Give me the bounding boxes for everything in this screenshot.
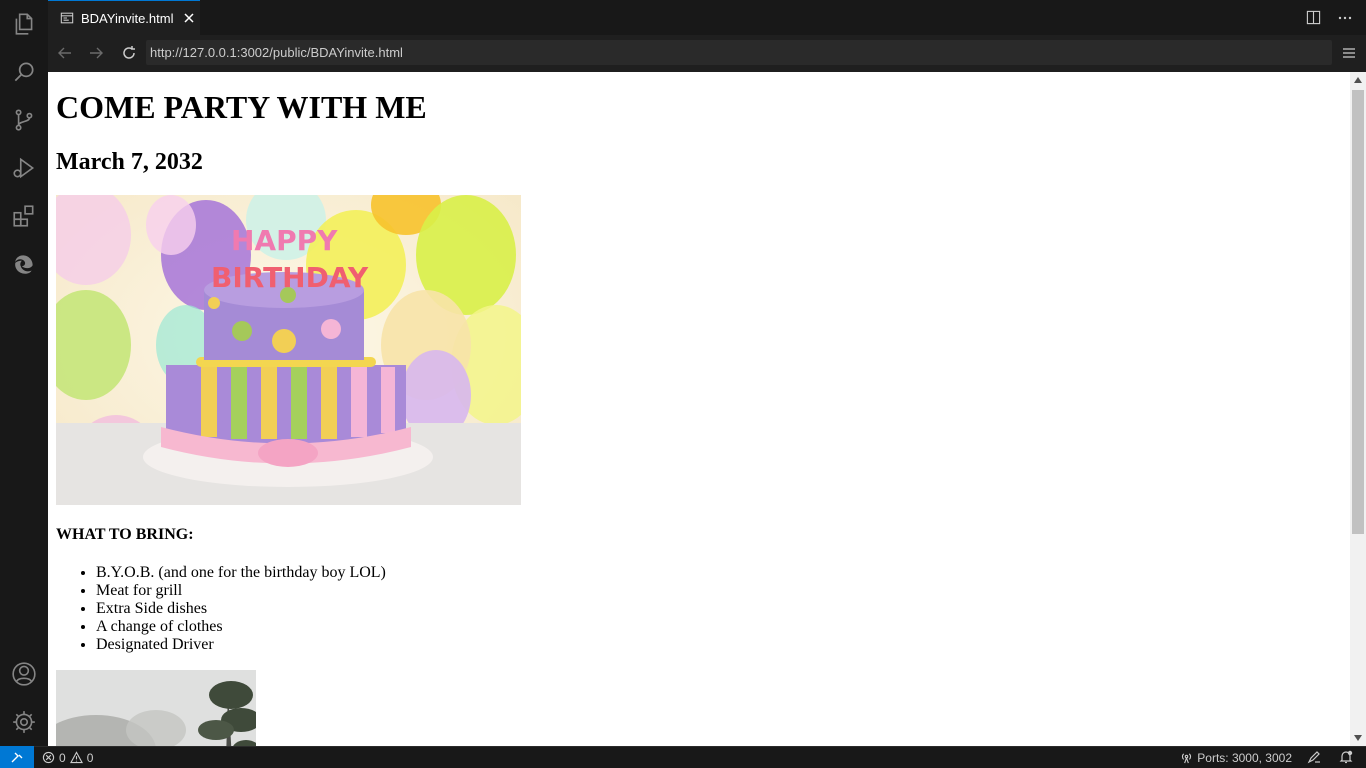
feedback-button[interactable] <box>1306 749 1322 765</box>
reload-button[interactable] <box>118 42 140 64</box>
error-count: 0 <box>59 750 66 765</box>
birthday-cake-image: HAPPY BIRTHDAY <box>56 195 521 505</box>
list-item: B.Y.O.B. (and one for the birthday boy L… <box>96 564 1350 582</box>
close-tab-button[interactable] <box>181 10 197 26</box>
back-button[interactable] <box>54 42 76 64</box>
arrow-right-icon <box>90 47 103 59</box>
caret-down-icon <box>1354 735 1362 741</box>
list-item: Extra Side dishes <box>96 600 1350 618</box>
bring-heading: WHAT TO BRING: <box>56 526 194 543</box>
notifications-button[interactable] <box>1338 749 1354 765</box>
arrow-left-icon <box>58 47 71 59</box>
explorer-button[interactable] <box>0 0 48 48</box>
bell-icon <box>1339 750 1353 764</box>
remote-icon <box>11 752 23 763</box>
gear-icon <box>13 711 35 733</box>
tab-bar: BDAYinvite.html <box>48 0 1366 36</box>
activity-bar <box>0 0 48 746</box>
browser-menu-button[interactable] <box>1338 42 1360 64</box>
error-icon <box>42 751 55 764</box>
ports-label: Ports: 3000, 3002 <box>1197 750 1292 765</box>
bring-list: B.Y.O.B. (and one for the birthday boy L… <box>56 564 1350 654</box>
caret-up-icon <box>1354 77 1362 83</box>
ports-indicator[interactable]: Ports: 3000, 3002 <box>1180 747 1292 768</box>
status-bar: 0 0 Ports: 3000, 3002 <box>0 746 1366 768</box>
warning-count: 0 <box>86 750 94 765</box>
split-editor-button[interactable] <box>1304 9 1322 27</box>
more-actions-button[interactable] <box>1336 9 1354 27</box>
ellipsis-icon <box>1338 16 1352 19</box>
source-control-icon <box>15 109 33 131</box>
menu-icon <box>1343 48 1355 58</box>
source-control-button[interactable] <box>0 96 48 144</box>
tab-bdayinvite[interactable]: BDAYinvite.html <box>48 0 200 35</box>
manage-button[interactable] <box>0 698 48 746</box>
extensions-button[interactable] <box>0 192 48 240</box>
warning-icon <box>69 751 83 764</box>
party-date: March 7, 2032 <box>56 149 203 175</box>
files-icon <box>15 13 33 35</box>
happy-candle-text: HAPPY <box>231 224 338 257</box>
feedback-icon <box>1307 751 1320 764</box>
edge-devtools-button[interactable] <box>0 240 48 288</box>
scroll-down-button[interactable] <box>1350 730 1366 746</box>
scroll-up-button[interactable] <box>1350 72 1366 88</box>
page-viewport: COME PARTY WITH ME March 7, 2032 HAPPY B… <box>48 72 1350 746</box>
edge-icon <box>15 255 33 274</box>
forward-button[interactable] <box>85 42 107 64</box>
accounts-button[interactable] <box>0 650 48 698</box>
search-icon <box>14 62 34 82</box>
run-debug-icon <box>13 157 35 179</box>
scrollbar-thumb[interactable] <box>1352 90 1364 534</box>
account-icon <box>12 662 36 686</box>
list-item: Designated Driver <box>96 636 1350 654</box>
tab-label: BDAYinvite.html <box>81 10 174 26</box>
remote-button[interactable] <box>0 746 34 768</box>
foggy-tree-image <box>56 670 256 746</box>
close-icon <box>184 13 195 23</box>
reload-icon <box>123 46 135 59</box>
url-input[interactable]: http://127.0.0.1:3002/public/BDAYinvite.… <box>146 40 1332 65</box>
page-scrollbar[interactable] <box>1350 72 1366 746</box>
split-editor-icon <box>1306 10 1320 25</box>
extensions-icon <box>13 205 34 227</box>
broadcast-icon <box>1182 753 1192 764</box>
birthday-candle-text: BIRTHDAY <box>211 261 369 294</box>
problems-indicator[interactable]: 0 0 <box>42 747 93 768</box>
browser-toolbar: http://127.0.0.1:3002/public/BDAYinvite.… <box>48 35 1366 72</box>
run-debug-button[interactable] <box>0 144 48 192</box>
browser-preview-icon <box>60 12 74 24</box>
list-item: A change of clothes <box>96 618 1350 636</box>
search-button[interactable] <box>0 48 48 96</box>
page-title: COME PARTY WITH ME <box>56 89 427 125</box>
list-item: Meat for grill <box>96 582 1350 600</box>
